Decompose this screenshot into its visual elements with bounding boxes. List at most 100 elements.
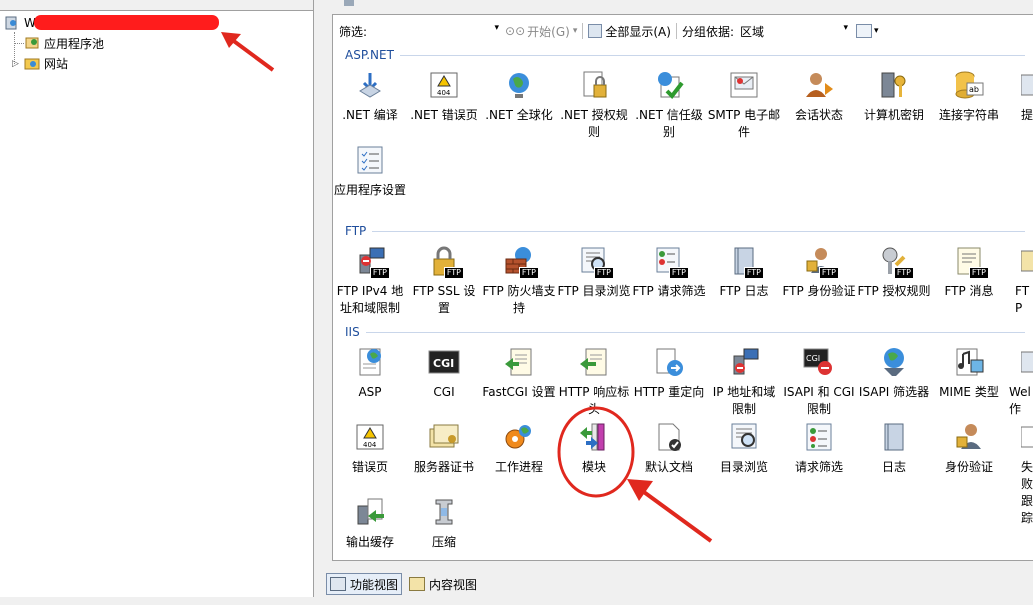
feature-http-redirect[interactable]: HTTP 重定向	[632, 346, 706, 401]
compilation-icon	[354, 69, 386, 101]
feature-label: CGI	[433, 385, 455, 399]
feature-server-certificates[interactable]: 服务器证书	[407, 421, 481, 476]
mime-icon	[953, 346, 985, 378]
feature-machine-key[interactable]: 计算机密钥	[857, 69, 931, 124]
ftp-user-lock-icon: FTP	[803, 245, 839, 279]
feature-compression[interactable]: 压缩	[407, 496, 481, 551]
feature-label: .NET 全球化	[485, 108, 553, 122]
app-settings-icon	[354, 144, 386, 176]
database-icon: ab	[953, 69, 985, 101]
feature-connection-strings[interactable]: ab 连接字符串	[932, 69, 1006, 124]
content-view-label: 内容视图	[429, 577, 478, 592]
feature-providers-partial[interactable]: 提	[1007, 69, 1033, 124]
feature-default-document[interactable]: 默认文档	[632, 421, 706, 476]
features-view-tab[interactable]: 功能视图	[326, 573, 403, 595]
feature-label: ISAPI 筛选器	[858, 385, 930, 399]
feature-fastcgi-settings[interactable]: FastCGI 设置	[482, 346, 556, 401]
feature-app-settings[interactable]: 应用程序设置	[333, 144, 407, 199]
dropdown-arrow-icon[interactable]: ▾	[495, 23, 500, 33]
dropdown-arrow-icon: ▾	[873, 26, 879, 36]
feature-session-state[interactable]: 会话状态	[782, 69, 856, 124]
feature-worker-processes[interactable]: 工作进程	[482, 421, 556, 476]
status-strip	[0, 597, 1033, 605]
feature-net-trust-levels[interactable]: .NET 信任级别	[632, 69, 706, 141]
feature-authentication[interactable]: 身份验证	[932, 421, 1006, 476]
feature-ftp-ssl[interactable]: FTP FTP SSL 设置	[407, 245, 481, 317]
ip-restriction-icon	[728, 346, 760, 378]
webdav-partial-icon	[1020, 346, 1033, 378]
feature-logging[interactable]: 日志	[857, 421, 931, 476]
feature-directory-browsing[interactable]: 目录浏览	[707, 421, 781, 476]
tree-item-server[interactable]: W	[4, 14, 36, 32]
group-title: ASP.NET	[345, 48, 394, 62]
feature-ftp-authorization[interactable]: FTP FTP 授权规则	[857, 245, 931, 300]
content-view-tab[interactable]: 内容视图	[406, 574, 480, 594]
feature-ftp-firewall[interactable]: FTP FTP 防火墙支持	[482, 245, 556, 317]
feature-request-filtering[interactable]: 请求筛选	[782, 421, 856, 476]
feature-webdav-partial[interactable]: Wel作	[1007, 346, 1033, 418]
feature-ftp-directory-browsing[interactable]: FTP FTP 目录浏览	[557, 245, 631, 300]
features-content: 筛选: ▾ ⊙⊙ 开始(G) ▾ 全部显示(A) 分组依据: 区域 ▾ ▾ AS…	[332, 14, 1033, 561]
tree-item-sites[interactable]: ▷ 网站	[12, 54, 68, 72]
tree-item-app-pools[interactable]: 应用程序池	[14, 34, 104, 52]
redaction-scribble	[34, 15, 219, 30]
pane-splitter[interactable]	[314, 0, 322, 605]
feature-error-pages[interactable]: 404 错误页	[333, 421, 407, 476]
feature-label: .NET 授权规则	[560, 108, 628, 139]
start-button[interactable]: ⊙⊙ 开始(G) ▾	[505, 23, 577, 40]
feature-cgi[interactable]: CGI CGI	[407, 346, 481, 401]
feature-failed-request-partial[interactable]: 失败跟踪	[1007, 421, 1033, 527]
redirect-icon	[653, 346, 685, 378]
svg-text:404: 404	[437, 89, 451, 97]
view-mode-button[interactable]: ▾	[855, 24, 879, 38]
ftp-filter-icon: FTP	[653, 245, 689, 279]
feature-net-compilation[interactable]: .NET 编译	[333, 69, 407, 124]
feature-net-authorization[interactable]: .NET 授权规则	[557, 69, 631, 141]
feature-label: Wel作	[1009, 385, 1031, 416]
feature-label: 服务器证书	[413, 460, 474, 474]
top-icon-stub	[344, 0, 354, 6]
app-pool-icon	[25, 37, 39, 49]
tree-item-label: 应用程序池	[44, 36, 105, 51]
feature-ftp-ipv4[interactable]: FTP FTP IPv4 地址和域限制	[333, 245, 407, 317]
expand-icon[interactable]: ▷	[12, 58, 24, 69]
show-all-icon	[588, 24, 603, 38]
dropdown-arrow-icon[interactable]: ▾	[843, 23, 848, 33]
feature-ftp-authentication[interactable]: FTP FTP 身份验证	[782, 245, 856, 300]
ftp-partial-icon	[1020, 245, 1033, 277]
feature-mime-types[interactable]: MIME 类型	[932, 346, 1006, 401]
grid-view-icon	[855, 24, 872, 38]
group-header-iis: IIS	[345, 325, 1025, 339]
ftp-key-icon: FTP	[878, 245, 914, 279]
feature-label: 应用程序设置	[333, 183, 406, 197]
error-page-icon: 404	[354, 421, 386, 453]
feature-smtp-email[interactable]: SMTP 电子邮件	[707, 69, 781, 141]
feature-ftp-request-filtering[interactable]: FTP FTP 请求筛选	[632, 245, 706, 300]
feature-isapi-filters[interactable]: ISAPI 筛选器	[857, 346, 931, 401]
filter-input[interactable]: ▾	[371, 22, 501, 40]
feature-asp[interactable]: ASP	[333, 346, 407, 401]
feature-label: 提	[1021, 108, 1033, 122]
annotation-arrow-tree	[221, 32, 275, 72]
error-page-icon: 404	[428, 69, 460, 101]
feature-label: FTP	[1015, 284, 1030, 315]
feature-output-caching[interactable]: 输出缓存	[333, 496, 407, 551]
feature-label: 会话状态	[794, 108, 843, 122]
ftp-badge: FTP	[443, 267, 464, 279]
feature-label: .NET 错误页	[410, 108, 478, 122]
feature-ftp-logging[interactable]: FTP FTP 日志	[707, 245, 781, 300]
ftp-message-icon: FTP	[953, 245, 989, 279]
group-by-select[interactable]: 区域 ▾	[738, 22, 850, 40]
feature-ftp-partial[interactable]: FTP	[1007, 245, 1033, 317]
feature-label: IP 地址和域限制	[712, 385, 776, 416]
certificate-icon	[428, 421, 460, 453]
fastcgi-icon	[503, 346, 535, 378]
feature-ftp-messages[interactable]: FTP FTP 消息	[932, 245, 1006, 300]
cgi-icon: CGI	[428, 346, 460, 378]
feature-ip-domain-restrictions[interactable]: IP 地址和域限制	[707, 346, 781, 418]
svg-text:ab: ab	[969, 85, 979, 94]
feature-net-globalization[interactable]: .NET 全球化	[482, 69, 556, 124]
feature-isapi-cgi-restrictions[interactable]: CGI ISAPI 和 CGI 限制	[782, 346, 856, 418]
feature-net-error-pages[interactable]: 404 .NET 错误页	[407, 69, 481, 124]
show-all-button[interactable]: 全部显示(A)	[588, 23, 671, 40]
